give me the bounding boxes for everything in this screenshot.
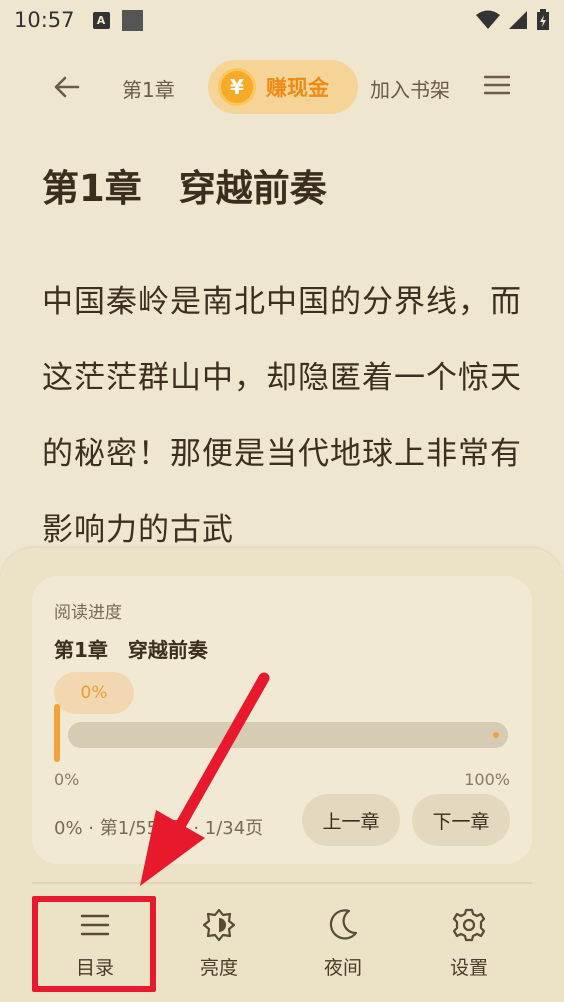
reading-progress-card: 阅读进度 第1章 穿越前奏 0% 0% 100% 0% · 第1/550章 · … (32, 576, 532, 864)
add-to-bookshelf-button[interactable]: 加入书架 (370, 74, 450, 103)
brightness-icon (202, 908, 236, 941)
nav-brightness[interactable]: 亮度 (156, 888, 282, 998)
reader-toolbar: 第1章 ¥ 赚现金 加入书架 (0, 56, 564, 118)
progress-end-dot (493, 732, 499, 738)
progress-slider-thumb[interactable] (54, 704, 60, 762)
nav-label-night: 夜间 (323, 956, 362, 979)
panel-divider (32, 882, 532, 884)
progress-chapter-title: 第1章 穿越前奏 (54, 638, 208, 662)
chapter-text: 中国秦岭是南北中国的分界线，而这茫茫群山中，却隐匿着一个惊天的秘密！那便是当代地… (42, 284, 522, 548)
earn-cash-button[interactable]: ¥ 赚现金 (208, 60, 358, 114)
nav-settings[interactable]: 设置 (406, 888, 532, 998)
earn-cash-label: 赚现金 (266, 76, 329, 100)
next-chapter-button[interactable]: 下一章 (412, 794, 510, 846)
moon-icon (329, 908, 358, 939)
current-chapter-label: 第1章 (122, 78, 175, 102)
arrow-left-icon (54, 76, 80, 98)
nav-label-brightness: 亮度 (199, 956, 238, 979)
hamburger-icon (483, 75, 511, 95)
back-button[interactable] (50, 70, 84, 104)
coin-icon: ¥ (218, 68, 256, 106)
reading-progress-label: 阅读进度 (54, 603, 122, 623)
progress-summary: 0% · 第1/550章 · 1/34页 (54, 818, 264, 839)
progress-max-label: 100% (464, 770, 510, 789)
status-time: 10:57 (14, 8, 75, 32)
progress-min-label: 0% (54, 770, 80, 789)
nav-night-mode[interactable]: 夜间 (280, 888, 406, 998)
signal-icon (509, 11, 527, 29)
battery-icon (537, 9, 549, 30)
wifi-icon (476, 10, 500, 29)
progress-slider-track[interactable] (68, 722, 508, 748)
notification-icon: A (92, 11, 110, 29)
app-notification-icon (121, 9, 143, 31)
prev-chapter-button[interactable]: 上一章 (302, 794, 400, 846)
chapter-title: 第1章 穿越前奏 (42, 167, 327, 210)
nav-label-settings: 设置 (449, 956, 488, 979)
gear-icon (452, 908, 486, 941)
progress-value-bubble: 0% (54, 672, 134, 714)
annotation-highlight-box (32, 896, 156, 992)
more-menu-button[interactable] (483, 74, 511, 96)
status-bar: 10:57 A (0, 0, 564, 40)
